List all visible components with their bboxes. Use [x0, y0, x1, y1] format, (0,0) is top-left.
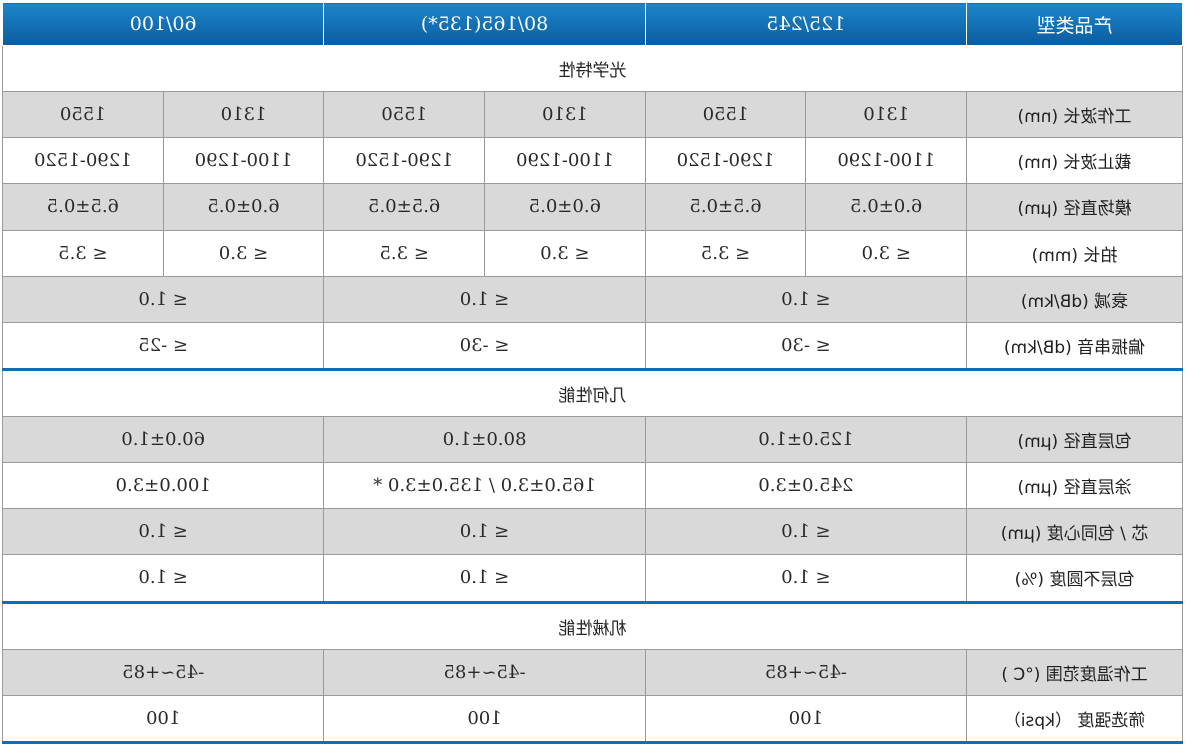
cell-value: 6.0±0.5 [163, 183, 324, 230]
table-row-non-circularity: 包层不圆度 (%) ≤ 1.0 ≤ 1.0 ≤ 1.0 [2, 554, 1183, 602]
cell-value: 6.5±0.5 [2, 183, 164, 230]
row-label: 工作波长 (nm) [966, 91, 1183, 138]
cell-value: 1550 [645, 91, 806, 138]
cell-value: ≤ 1.0 [2, 508, 324, 555]
table-row-cladding-diameter: 包层直径 (μm) 125.0±1.0 80.0±1.0 60.0±1.0 [2, 416, 1183, 463]
cell-value: ≤ 3.5 [323, 230, 485, 277]
cell-value: 1290-1520 [2, 137, 164, 184]
spec-table-container: 产品类型 125/245 80/165(135*) 60/100 光学特性 工作… [0, 0, 1186, 747]
cell-value: -45~+85 [323, 649, 646, 696]
table-row-wavelength: 工作波长 (nm) 1310 1550 1310 1550 1310 1550 [2, 91, 1183, 138]
cell-value: 1100-1290 [163, 137, 324, 184]
cell-value: ≤ 1.0 [645, 276, 967, 323]
cell-value: ≤ 3.5 [645, 230, 806, 277]
row-label: 包层不圆度 (%) [966, 554, 1183, 602]
row-label: 工作温度范围 (°C ) [966, 649, 1183, 696]
row-label: 截止波长 (nm) [966, 137, 1183, 184]
header-row: 产品类型 125/245 80/165(135*) 60/100 [2, 2, 1183, 46]
product-type-header: 产品类型 [966, 2, 1183, 46]
cell-value: 1550 [2, 91, 164, 138]
cell-value: ≤ 1.0 [2, 276, 324, 323]
cell-value: ≤ 1.0 [323, 276, 646, 323]
type-header-60: 60/100 [2, 2, 324, 46]
table-row-concentricity: 芯 / 包同心度 (μm) ≤ 1.0 ≤ 1.0 ≤ 1.0 [2, 508, 1183, 555]
cell-value: 1290-1520 [323, 137, 485, 184]
cell-value: ≤ 1.0 [2, 554, 324, 602]
cell-value: 100 [645, 695, 967, 743]
section-title-optical: 光学特性 [2, 45, 1183, 92]
section-title-mechanical: 机械性能 [2, 602, 1183, 650]
table-row-cutoff: 截止波长 (nm) 1100-1290 1290-1520 1100-1290 … [2, 137, 1183, 184]
row-label: 芯 / 包同心度 (μm) [966, 508, 1183, 555]
cell-value: 80.0±1.0 [323, 416, 646, 463]
table-row-temperature: 工作温度范围 (°C ) -45~+85 -45~+85 -45~+85 [2, 649, 1183, 696]
cell-value: 6.0±0.5 [805, 183, 967, 230]
row-label: 衰减 (dB/km) [966, 276, 1183, 323]
cell-value: ≤ -30 [645, 322, 967, 370]
cell-value: 125.0±1.0 [645, 416, 967, 463]
row-label: 筛选强度 （kpsi） [966, 695, 1183, 743]
table-row-beat-length: 拍长 (mm) ≤ 3.0 ≤ 3.5 ≤ 3.0 ≤ 3.5 ≤ 3.0 ≤ … [2, 230, 1183, 277]
cell-value: 60.0±1.0 [2, 416, 324, 463]
section-row-mechanical: 机械性能 [2, 602, 1183, 650]
cell-value: 1310 [163, 91, 324, 138]
row-label: 模场直径 (μm) [966, 183, 1183, 230]
cell-value: 165.0±3.0 / 135.0±3.0 * [323, 462, 646, 509]
cell-value: 1290-1520 [645, 137, 806, 184]
cell-value: ≤ 1.0 [323, 508, 646, 555]
table-row-crosstalk: 偏振串音 (dB/km) ≤ -30 ≤ -30 ≤ -25 [2, 322, 1183, 370]
cell-value: ≤ 3.0 [805, 230, 967, 277]
cell-value: 100 [2, 695, 324, 743]
section-row-optical: 光学特性 [2, 45, 1183, 92]
cell-value: ≤ 3.0 [163, 230, 324, 277]
cell-value: 245.0±3.0 [645, 462, 967, 509]
row-label: 涂层直径 (μm) [966, 462, 1183, 509]
table-row-coating-diameter: 涂层直径 (μm) 245.0±3.0 165.0±3.0 / 135.0±3.… [2, 462, 1183, 509]
cell-value: 6.0±0.5 [484, 183, 646, 230]
cell-value: 1310 [805, 91, 967, 138]
cell-value: ≤ 1.0 [645, 508, 967, 555]
cell-value: 6.5±0.5 [323, 183, 485, 230]
row-label: 拍长 (mm) [966, 230, 1183, 277]
cell-value: 1100-1290 [805, 137, 967, 184]
cell-value: 100 [323, 695, 646, 743]
cell-value: 100.0±3.0 [2, 462, 324, 509]
table-row-attenuation: 衰减 (dB/km) ≤ 1.0 ≤ 1.0 ≤ 1.0 [2, 276, 1183, 323]
section-title-geometric: 几何性能 [2, 369, 1183, 417]
section-row-geometric: 几何性能 [2, 369, 1183, 417]
cell-value: ≤ 3.5 [2, 230, 164, 277]
row-label: 偏振串音 (dB/km) [966, 322, 1183, 370]
cell-value: ≤ -25 [2, 322, 324, 370]
table-row-proof-test: 筛选强度 （kpsi） 100 100 100 [2, 695, 1183, 743]
cell-value: ≤ -30 [323, 322, 646, 370]
cell-value: ≤ 3.0 [484, 230, 646, 277]
cell-value: 6.5±0.5 [645, 183, 806, 230]
cell-value: -45~+85 [645, 649, 967, 696]
cell-value: 1310 [484, 91, 646, 138]
fiber-spec-table: 产品类型 125/245 80/165(135*) 60/100 光学特性 工作… [2, 2, 1183, 744]
cell-value: 1100-1290 [484, 137, 646, 184]
type-header-80: 80/165(135*) [323, 2, 646, 46]
cell-value: 1550 [323, 91, 485, 138]
cell-value: ≤ 1.0 [645, 554, 967, 602]
cell-value: -45~+85 [2, 649, 324, 696]
type-header-125: 125/245 [645, 2, 967, 46]
cell-value: ≤ 1.0 [323, 554, 646, 602]
row-label: 包层直径 (μm) [966, 416, 1183, 463]
table-row-mode-field: 模场直径 (μm) 6.0±0.5 6.5±0.5 6.0±0.5 6.5±0.… [2, 183, 1183, 230]
